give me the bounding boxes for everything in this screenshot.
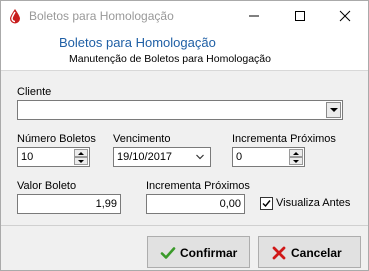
spin-down-button[interactable] (289, 157, 303, 165)
incrementa-proximos-spinner-1[interactable]: 0 (232, 147, 305, 167)
header-title: Boletos para Homologação (59, 35, 216, 50)
dialog-window: Boletos para Homologação Boletos para Ho… (0, 0, 369, 271)
vencimento-value: 19/10/2017 (117, 151, 173, 163)
incrementa-proximos-label-2: Incrementa Próximos (146, 180, 250, 192)
visualiza-antes-label[interactable]: Visualiza Antes (276, 197, 350, 209)
x-icon (272, 246, 286, 260)
cliente-label: Cliente (17, 86, 52, 98)
chevron-down-icon (78, 160, 84, 163)
chevron-down-icon[interactable] (196, 153, 204, 161)
maximize-button[interactable] (277, 1, 323, 31)
header-subtitle: Manutenção de Boletos para Homologação (69, 53, 271, 65)
spin-up-button[interactable] (74, 149, 88, 157)
numero-boletos-stepper[interactable] (74, 149, 88, 165)
valor-boleto-input[interactable]: 1,99 (17, 194, 121, 214)
cliente-dropdown-button[interactable] (326, 102, 341, 118)
visualiza-antes-checkbox[interactable] (260, 197, 273, 210)
incrementa-proximos-value-1: 0 (236, 151, 243, 163)
numero-boletos-spinner[interactable]: 10 (17, 147, 90, 167)
checkmark-icon (262, 200, 271, 208)
incrementa-proximos-stepper[interactable] (289, 149, 303, 165)
close-button[interactable] (322, 1, 368, 31)
chevron-down-icon (293, 160, 299, 163)
title-bar[interactable]: Boletos para Homologação (1, 1, 368, 31)
spin-down-button[interactable] (74, 157, 88, 165)
drop-icon (10, 9, 20, 24)
minimize-icon (249, 15, 259, 17)
confirm-button-label: Confirmar (180, 246, 238, 260)
minimize-button[interactable] (231, 1, 277, 31)
numero-boletos-value: 10 (21, 151, 34, 163)
check-icon (160, 247, 176, 259)
footer-divider (1, 225, 368, 226)
maximize-icon (295, 11, 305, 21)
chevron-down-icon (330, 108, 338, 112)
incrementa-proximos-input-2[interactable]: 0,00 (146, 194, 245, 214)
cliente-combobox[interactable] (17, 100, 343, 120)
window-title: Boletos para Homologação (29, 9, 174, 23)
chevron-up-icon (293, 152, 299, 155)
chevron-up-icon (78, 152, 84, 155)
confirm-button[interactable]: Confirmar (147, 236, 250, 268)
cancel-button-label: Cancelar (291, 246, 342, 260)
valor-boleto-value: 1,99 (95, 198, 117, 210)
form-header: Boletos para Homologação Manutenção de B… (1, 31, 368, 71)
cancel-button[interactable]: Cancelar (258, 236, 361, 268)
valor-boleto-label: Valor Boleto (17, 180, 77, 192)
close-icon (339, 10, 351, 22)
vencimento-label: Vencimento (113, 133, 171, 145)
vencimento-date-picker[interactable]: 19/10/2017 (113, 147, 211, 167)
incrementa-proximos-label-1: Incrementa Próximos (232, 133, 336, 145)
numero-boletos-label: Número Boletos (17, 133, 96, 145)
spin-up-button[interactable] (289, 149, 303, 157)
incrementa-proximos-value-2: 0,00 (219, 198, 241, 210)
